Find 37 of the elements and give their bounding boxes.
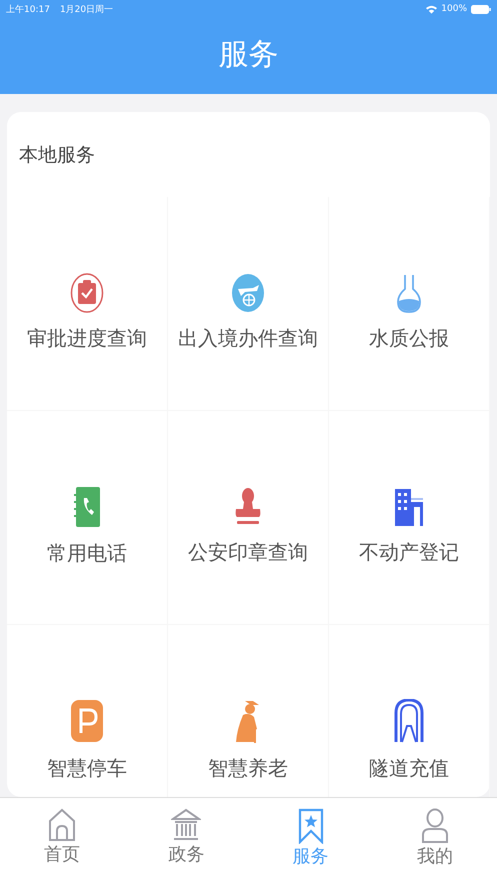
home-icon <box>48 808 76 842</box>
parking-icon <box>70 699 104 743</box>
status-time: 上午10:17 <box>6 4 50 16</box>
section-title: 本地服务 <box>18 143 96 168</box>
clipboard-check-icon <box>70 273 104 313</box>
page-title: 服务 <box>218 36 280 74</box>
service-item[interactable]: 公安印章查询 <box>168 411 329 625</box>
tab-item[interactable]: 我的 <box>400 808 470 868</box>
stamp-icon <box>234 487 262 527</box>
service-label: 公安印章查询 <box>188 539 308 566</box>
bookmark-star-icon <box>298 808 324 844</box>
service-label: 隧道充值 <box>369 755 449 782</box>
service-label: 不动产登记 <box>359 539 459 566</box>
service-label: 水质公报 <box>369 325 449 352</box>
service-item[interactable]: 常用电话 <box>7 411 168 625</box>
plane-globe-icon <box>231 273 265 313</box>
battery-percent: 100% <box>441 4 467 14</box>
service-label: 出入境办件查询 <box>178 325 318 352</box>
tunnel-icon <box>394 699 424 743</box>
service-item[interactable]: 审批进度查询 <box>7 197 168 411</box>
bank-icon <box>171 808 202 842</box>
service-label: 审批进度查询 <box>27 325 147 352</box>
phone-book-icon <box>73 486 101 528</box>
service-item[interactable]: 出入境办件查询 <box>168 197 329 411</box>
service-label: 智慧养老 <box>208 755 288 782</box>
service-item[interactable]: 不动产登记 <box>329 411 490 625</box>
building-icon <box>393 487 425 527</box>
service-item[interactable]: 水质公报 <box>329 197 490 411</box>
user-icon <box>420 808 449 844</box>
wifi-icon <box>426 4 438 14</box>
service-label: 智慧停车 <box>47 755 127 782</box>
tab-item[interactable]: 首页 <box>27 808 98 866</box>
flask-icon <box>397 273 421 313</box>
status-date: 1月20日周一 <box>60 4 114 16</box>
battery-icon <box>471 4 491 14</box>
tab-item[interactable]: 政务 <box>151 808 222 866</box>
service-label: 常用电话 <box>47 540 127 567</box>
